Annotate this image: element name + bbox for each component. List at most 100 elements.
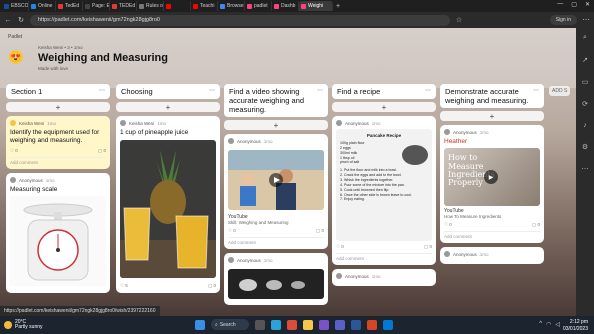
padlet-logo[interactable]: Padlet (8, 34, 22, 40)
maximize-icon[interactable]: ▢ (571, 1, 577, 8)
share-icon[interactable]: ↗ (582, 56, 588, 64)
browser-tab[interactable]: Online (29, 1, 56, 11)
add-comment-input[interactable]: Add comment (10, 157, 106, 165)
browser-tab-strip: EBSCO Online TedEd Page: E TEDEd Rules o Teach… (0, 0, 594, 12)
post-time: 1mo (371, 273, 381, 279)
pineapple-juice-image (120, 140, 216, 279)
settings-icon[interactable]: ⚙ (582, 143, 588, 151)
video-thumbnail[interactable] (228, 150, 324, 210)
post-card[interactable]: Keisha Weni 1mo 1 cup of pineapple juice … (116, 116, 220, 294)
post-card[interactable]: Keisha Weni 1mo Identify the equipment us… (6, 116, 110, 170)
heart-icon[interactable]: ♡ 5 (120, 283, 128, 289)
browser-tab[interactable]: Rules o (137, 1, 164, 11)
browser-tab[interactable]: Page: E (83, 1, 110, 11)
avatar (444, 129, 450, 135)
sign-in-button[interactable]: Sign in (549, 15, 577, 25)
more-icon[interactable]: ⋯ (317, 87, 323, 94)
star-icon[interactable]: ☆ (455, 16, 463, 24)
add-post-button[interactable]: + (224, 120, 328, 130)
file-explorer-icon[interactable] (303, 319, 313, 330)
post-card[interactable]: Anonymous 1mo YouTube Skill: Weighing and… (224, 134, 328, 249)
heart-icon[interactable]: ♡ 0 (336, 244, 344, 250)
search-icon: ⌕ (215, 321, 218, 328)
post-card[interactable]: Anonymous 1mo Measuring scale (6, 173, 110, 294)
back-icon[interactable]: ← (4, 17, 12, 24)
more-icon[interactable]: ⋯ (209, 87, 215, 94)
add-comment-input[interactable]: Add comment (444, 231, 540, 239)
heart-icon[interactable]: ♡ 0 (228, 228, 236, 234)
refresh-icon[interactable]: ↻ (17, 16, 25, 24)
add-comment-input[interactable]: Add comment (228, 237, 324, 245)
post-card[interactable]: Anonymous 1mo Pancake Recipe 100g plain f… (332, 116, 436, 265)
browser-tab[interactable]: Teachi (191, 1, 218, 11)
column-demonstrate: Demonstrate accurate weighing and measur… (440, 84, 544, 268)
tab-label: Weighi (308, 3, 324, 9)
heart-icon[interactable]: ♡ 0 (10, 148, 18, 154)
post-author: Anonymous (237, 138, 261, 144)
browser-tab[interactable]: Dashb (272, 1, 299, 11)
powerpoint-icon[interactable] (367, 319, 377, 330)
comment-icon[interactable]: ▢ 0 (208, 283, 216, 289)
minimize-icon[interactable]: — (557, 1, 563, 8)
outlook-icon[interactable] (383, 319, 393, 330)
tab-favicon-icon (220, 3, 225, 9)
store-icon[interactable] (319, 319, 329, 330)
add-comment-input[interactable]: Add comment (336, 253, 432, 261)
browser-tab[interactable]: Weighi (299, 1, 333, 11)
column-section-1: Section 1 ⋯ + Keisha Weni 1mo Identify the… (6, 84, 110, 297)
remix-icon[interactable]: ⟳ (582, 100, 588, 108)
word-icon[interactable] (351, 319, 361, 330)
more-icon[interactable]: ⋯ (99, 87, 105, 94)
chevron-up-icon[interactable]: ^ (539, 321, 542, 328)
search-icon[interactable]: ⌕ (583, 34, 587, 42)
volume-icon[interactable]: ◁ (555, 321, 560, 328)
video-thumbnail[interactable]: How to Measure Ingredients Properly ▶ (444, 148, 540, 207)
browser-tab[interactable]: padlet (245, 1, 272, 11)
windows-start-icon[interactable] (195, 319, 205, 330)
weather-widget[interactable]: 20°C Partly sunny (4, 319, 43, 331)
comment-icon[interactable]: ▢ 0 (532, 222, 540, 228)
new-tab-button[interactable]: + (336, 3, 340, 10)
clock[interactable]: 2:12 pm 03/01/2023 (563, 319, 588, 332)
add-section-button[interactable]: ADD S (549, 86, 571, 96)
browser-tab[interactable]: EBSCO (2, 1, 29, 11)
link-title[interactable]: How To Measure Ingredients (444, 214, 540, 219)
post-title: Identify the equipment used for weighing… (10, 129, 100, 145)
tab-label: Online (38, 3, 53, 9)
comment-icon[interactable]: ▢ 0 (98, 148, 106, 154)
task-view-icon[interactable] (255, 319, 265, 330)
taskbar-search[interactable]: ⌕ Search (211, 319, 249, 330)
add-post-button[interactable]: + (116, 102, 220, 112)
more-icon[interactable]: ⋯ (582, 165, 589, 173)
add-post-button[interactable]: + (440, 111, 544, 121)
browser-tab[interactable]: Browse (218, 1, 245, 11)
edge-icon[interactable] (271, 319, 281, 330)
post-card[interactable]: Anonymous 1mo Heather How to Measure Ingr… (440, 125, 544, 244)
chrome-icon[interactable] (287, 319, 297, 330)
heart-icon[interactable]: ♡ 0 (444, 222, 452, 228)
tab-favicon-icon (139, 3, 144, 9)
comment-icon[interactable]: ▢ 0 (316, 228, 324, 234)
bell-icon[interactable]: ♪ (583, 122, 587, 129)
browser-tab[interactable]: TEDEd (110, 1, 137, 11)
column-header: Demonstrate accurate weighing and measur… (440, 84, 544, 108)
close-icon[interactable]: ✕ (585, 1, 590, 8)
add-post-button[interactable]: + (6, 102, 110, 112)
browser-tab[interactable]: TedEd (56, 1, 83, 11)
post-card[interactable]: Anonymous 1mo (224, 253, 328, 305)
post-card[interactable]: Anonymous 1mo (332, 269, 436, 286)
comment-icon[interactable]: ▢ 0 (424, 244, 432, 250)
url-input[interactable]: https://padlet.com/keishawenii/gm72ngk28… (30, 14, 450, 26)
more-icon[interactable]: ⋯ (425, 87, 431, 94)
wifi-icon[interactable]: ◠ (546, 321, 551, 328)
post-card[interactable]: Anonymous 1mo (440, 247, 544, 265)
more-icon[interactable]: ⋯ (533, 87, 539, 94)
slideshow-icon[interactable]: ▭ (582, 78, 589, 86)
browser-tab[interactable] (164, 1, 191, 11)
link-title[interactable]: Skill: Weighing and Measuring (228, 220, 324, 225)
more-icon[interactable]: ⋯ (582, 16, 590, 24)
add-post-button[interactable]: + (332, 102, 436, 112)
weather-desc: Partly sunny (15, 324, 43, 330)
post-author: Anonymous (345, 120, 369, 126)
teams-icon[interactable] (335, 319, 345, 330)
